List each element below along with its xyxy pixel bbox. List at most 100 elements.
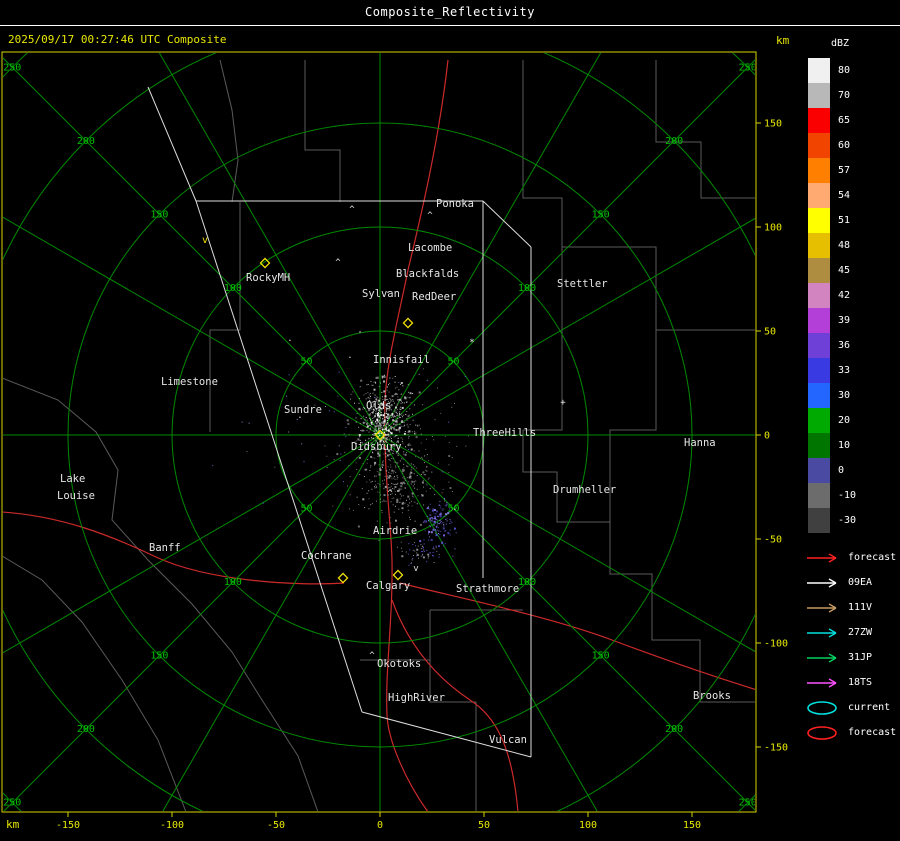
radar-echo-pixel <box>399 424 401 426</box>
city-label: Banff <box>149 542 181 554</box>
azimuth-line <box>3 59 755 811</box>
radar-echo-pixel <box>386 470 387 472</box>
radar-echo-pixel <box>402 458 404 460</box>
radar-echo-pixel <box>392 423 394 425</box>
radar-echo-pixel <box>379 397 381 399</box>
radar-echo-pixel <box>373 434 375 436</box>
radar-echo-pixel <box>445 530 447 532</box>
colorbar-swatch <box>808 383 830 408</box>
radar-echo-pixel <box>382 483 384 485</box>
radar-echo-pixel <box>385 500 387 502</box>
radar-echo-pixel <box>427 479 429 481</box>
radar-echo-pixel <box>387 484 389 485</box>
radar-echo-pixel <box>419 458 421 459</box>
radar-echo-pixel <box>423 550 425 552</box>
radar-echo-pixel <box>447 532 449 534</box>
city-label: Okotoks <box>377 658 421 670</box>
radar-echo-pixel <box>448 442 450 443</box>
radar-echo-pixel <box>449 519 451 521</box>
radar-echo-pixel <box>388 434 390 436</box>
city-label: Ponoka <box>436 198 474 210</box>
radar-echo-pixel <box>383 431 385 433</box>
pointer-marker: v <box>202 235 208 246</box>
colorbar-value: 70 <box>838 90 851 101</box>
radar-echo-pixel <box>369 479 371 481</box>
radar-echo-pixel <box>395 467 397 469</box>
radar-echo-pixel <box>426 466 428 468</box>
track-ellipse-icon <box>807 725 837 740</box>
radar-echo-pixel <box>441 470 443 472</box>
radar-echo-pixel <box>385 456 387 458</box>
radar-echo-pixel <box>425 448 427 450</box>
radar-echo-pixel <box>437 529 438 531</box>
radar-echo-pixel <box>373 415 375 417</box>
radar-echo-pixel <box>385 412 387 414</box>
radar-echo-pixel <box>376 470 378 472</box>
radar-echo-pixel <box>413 481 415 483</box>
radar-echo-pixel <box>340 453 342 455</box>
radar-echo-pixel <box>437 462 439 464</box>
radar-echo-pixel <box>443 523 445 525</box>
radar-echo-pixel <box>390 432 393 435</box>
radar-echo-pixel <box>397 462 399 464</box>
radar-echo-pixel <box>411 500 413 502</box>
station-symbol: v <box>413 564 418 574</box>
radar-echo-pixel <box>432 528 435 531</box>
radar-echo-pixel <box>397 396 399 398</box>
colorbar-swatch <box>808 308 830 333</box>
radar-echo-pixel <box>421 481 424 484</box>
colorbar-value: 60 <box>838 140 851 151</box>
axis-label-right: 150 <box>764 119 782 130</box>
radar-echo-pixel <box>382 430 384 431</box>
radar-echo-pixel <box>435 519 437 521</box>
radar-echo-pixel <box>393 484 395 485</box>
colorbar-entry: 42 <box>808 283 870 308</box>
radar-echo-pixel <box>424 530 426 532</box>
radar-echo-pixel <box>446 518 448 520</box>
radar-echo-pixel <box>402 477 404 479</box>
radar-echo-pixel <box>392 399 394 401</box>
radar-echo-pixel <box>427 533 429 535</box>
radar-echo-pixel <box>386 478 388 480</box>
municipal-boundary <box>523 330 563 431</box>
radar-echo-pixel <box>381 423 383 425</box>
radar-echo-pixel <box>423 521 425 523</box>
radar-echo-pixel <box>390 501 392 503</box>
radar-echo-pixel <box>414 520 416 522</box>
colorbar-value: 54 <box>838 190 851 201</box>
radar-echo-pixel <box>391 438 392 439</box>
radar-echo-pixel <box>404 502 406 504</box>
radar-echo-pixel <box>396 498 398 500</box>
radar-echo-pixel <box>355 421 357 423</box>
city-label: Louise <box>57 490 95 502</box>
radar-echo-pixel <box>399 408 401 410</box>
radar-echo-pixel <box>392 415 394 417</box>
radar-echo-pixel <box>370 466 372 468</box>
radar-echo-pixel <box>383 380 385 383</box>
radar-echo-pixel <box>393 458 394 459</box>
radar-echo-pixel <box>407 495 410 498</box>
radar-echo-pixel <box>347 485 349 487</box>
radar-echo-pixel <box>399 398 402 401</box>
radar-echo-pixel <box>374 464 376 465</box>
colorbar-swatch <box>808 508 830 533</box>
radar-echo-pixel <box>394 436 396 438</box>
radar-echo-pixel <box>368 396 370 398</box>
city-label: Cochrane <box>301 550 352 562</box>
radar-echo-pixel <box>402 512 403 514</box>
radar-echo-pixel <box>380 494 382 496</box>
radar-echo-pixel <box>384 475 386 477</box>
radar-echo-pixel <box>423 546 424 548</box>
radar-echo-pixel <box>390 415 392 417</box>
city-label: Sundre <box>284 404 322 416</box>
radar-echo-pixel <box>394 392 397 395</box>
radar-echo-pixel <box>367 392 369 394</box>
colorbar-value: 45 <box>838 265 851 276</box>
range-label: 100 <box>518 283 536 294</box>
radar-echo-pixel <box>396 483 398 485</box>
colorbar-swatch <box>808 408 830 433</box>
radar-echo-pixel <box>368 438 370 440</box>
radar-echo-pixel <box>386 423 388 425</box>
radar-echo-pixel <box>435 513 437 515</box>
radar-echo-pixel <box>404 487 406 489</box>
